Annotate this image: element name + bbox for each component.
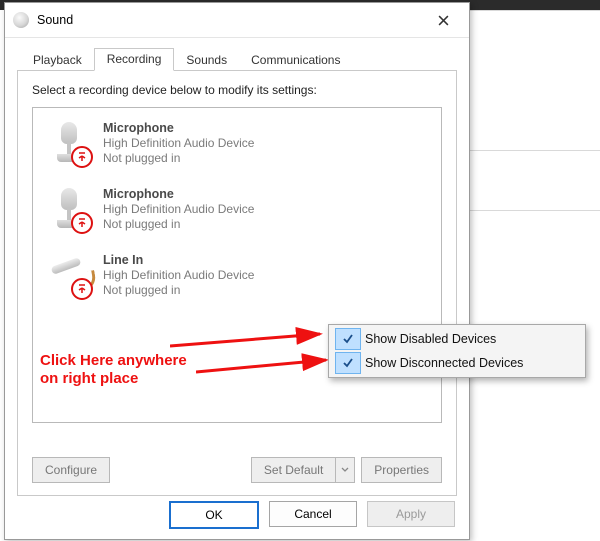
tab-communications[interactable]: Communications: [239, 50, 352, 71]
device-name: Line In: [103, 252, 254, 268]
menu-item-show-disconnected[interactable]: Show Disconnected Devices: [331, 351, 583, 375]
device-status: Not plugged in: [103, 151, 254, 166]
device-driver: High Definition Audio Device: [103, 202, 254, 217]
apply-button[interactable]: Apply: [367, 501, 455, 527]
tab-playback[interactable]: Playback: [21, 50, 94, 71]
cancel-button[interactable]: Cancel: [269, 501, 357, 527]
device-item[interactable]: Microphone High Definition Audio Device …: [41, 114, 433, 180]
microphone-icon: [45, 120, 95, 170]
annotation-line2: on right place: [40, 370, 138, 387]
chevron-down-icon: [341, 467, 349, 473]
window-title: Sound: [37, 13, 423, 27]
client-area: Playback Recording Sounds Communications…: [5, 38, 469, 504]
properties-button[interactable]: Properties: [361, 457, 442, 483]
tab-row: Playback Recording Sounds Communications: [21, 46, 457, 70]
device-text: Line In High Definition Audio Device Not…: [103, 252, 254, 298]
unplugged-badge-icon: [71, 212, 93, 234]
sound-icon: [13, 12, 29, 28]
device-driver: High Definition Audio Device: [103, 136, 254, 151]
unplugged-badge-icon: [71, 278, 93, 300]
checkmark-icon: [335, 352, 361, 374]
device-status: Not plugged in: [103, 217, 254, 232]
ok-button[interactable]: OK: [169, 501, 259, 529]
device-name: Microphone: [103, 120, 254, 136]
checkmark-icon: [335, 328, 361, 350]
menu-item-label: Show Disabled Devices: [365, 332, 496, 346]
device-item[interactable]: Microphone High Definition Audio Device …: [41, 180, 433, 246]
dialog-actions: OK Cancel Apply: [169, 501, 455, 529]
background-line: [470, 10, 600, 11]
titlebar: Sound: [5, 3, 469, 38]
background-line: [470, 210, 600, 211]
microphone-icon: [45, 186, 95, 236]
device-buttons-row: Configure Set Default Properties: [32, 457, 442, 483]
device-driver: High Definition Audio Device: [103, 268, 254, 283]
tab-sounds[interactable]: Sounds: [174, 50, 239, 71]
tab-recording[interactable]: Recording: [94, 48, 175, 71]
configure-button[interactable]: Configure: [32, 457, 110, 483]
sound-dialog: Sound Playback Recording Sounds Communic…: [4, 2, 470, 540]
background-line: [470, 150, 600, 151]
menu-item-show-disabled[interactable]: Show Disabled Devices: [331, 327, 583, 351]
annotation-text: Click Here anywhere on right place: [40, 352, 187, 388]
device-name: Microphone: [103, 186, 254, 202]
line-in-icon: [45, 252, 95, 302]
device-item[interactable]: Line In High Definition Audio Device Not…: [41, 246, 433, 312]
menu-item-label: Show Disconnected Devices: [365, 356, 523, 370]
close-button[interactable]: [423, 6, 463, 34]
device-status: Not plugged in: [103, 283, 254, 298]
set-default-dropdown[interactable]: [335, 457, 355, 483]
set-default-button[interactable]: Set Default: [251, 457, 335, 483]
instruction-text: Select a recording device below to modif…: [32, 83, 442, 97]
device-text: Microphone High Definition Audio Device …: [103, 120, 254, 166]
context-menu[interactable]: Show Disabled Devices Show Disconnected …: [328, 324, 586, 378]
set-default-split-button[interactable]: Set Default: [251, 457, 355, 483]
stage: Sound Playback Recording Sounds Communic…: [0, 0, 600, 541]
close-icon: [438, 15, 449, 26]
annotation-line1: Click Here anywhere: [40, 352, 187, 369]
tab-pane-recording: Select a recording device below to modif…: [17, 70, 457, 496]
unplugged-badge-icon: [71, 146, 93, 168]
device-text: Microphone High Definition Audio Device …: [103, 186, 254, 232]
